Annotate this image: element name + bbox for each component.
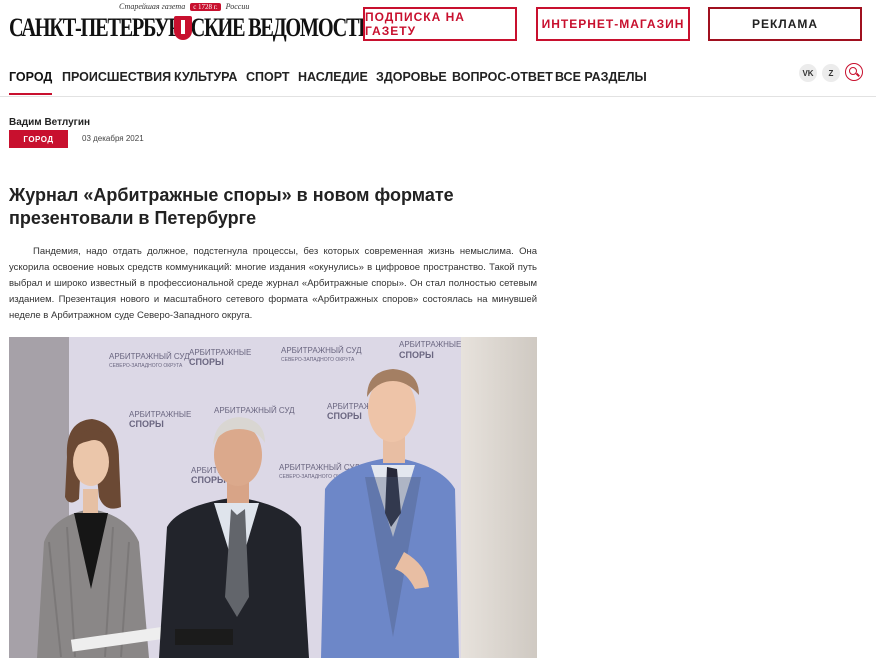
backdrop-text: АРБИТРАЖНЫЙ СУД (214, 406, 295, 415)
logo-tagline: Старейшая газета с 1728 г. России (119, 2, 249, 11)
subscribe-button[interactable]: ПОДПИСКА НА ГАЗЕТУ (363, 7, 517, 41)
article-lead: Пандемия, надо отдать должное, подстегну… (9, 246, 537, 321)
backdrop-text: АРБИТРАЖНЫЕ (129, 410, 191, 419)
nav-item-qa[interactable]: ВОПРОС-ОТВЕТ (452, 70, 553, 84)
logo-since-badge: с 1728 г. (190, 3, 221, 11)
nav-item-culture[interactable]: КУЛЬТУРА (174, 70, 237, 84)
vk-icon[interactable]: VK (799, 64, 817, 82)
main-nav: ГОРОД ПРОИСШЕСТВИЯ КУЛЬТУРА СПОРТ НАСЛЕД… (0, 60, 876, 97)
backdrop-text: АРБИТРАЖНЫЙ СУД (109, 352, 190, 361)
site-logo[interactable]: Старейшая газета с 1728 г. России САНКТ-… (9, 2, 374, 48)
zen-icon[interactable]: Z (822, 64, 840, 82)
article-author[interactable]: Вадим Ветлугин (9, 117, 90, 128)
coat-of-arms-icon (174, 16, 192, 40)
backdrop-text: СПОРЫ (189, 357, 224, 367)
nav-item-gorod[interactable]: ГОРОД (9, 70, 53, 95)
online-shop-button[interactable]: ИНТЕРНЕТ-МАГАЗИН (536, 7, 690, 41)
backdrop-text: АРБИТРАЖНЫЕ (399, 340, 461, 349)
site-header: Старейшая газета с 1728 г. России САНКТ-… (0, 0, 876, 60)
advertising-button[interactable]: РЕКЛАМА (708, 7, 862, 41)
article-section-tag[interactable]: ГОРОД (9, 130, 68, 148)
backdrop-text: СЕВЕРО-ЗАПАДНОГО ОКРУГА (109, 363, 183, 369)
nav-item-heritage[interactable]: НАСЛЕДИЕ (298, 70, 368, 84)
article-photo[interactable]: АРБИТРАЖНЫЙ СУД СЕВЕРО-ЗАПАДНОГО ОКРУГА … (9, 337, 537, 658)
backdrop-text: СПОРЫ (399, 350, 434, 360)
article-title: Журнал «Арбитражные споры» в новом форма… (9, 185, 454, 228)
nav-item-health[interactable]: ЗДОРОВЬЕ (376, 70, 447, 84)
article-date: 03 декабря 2021 (82, 134, 144, 143)
logo-tagline-left: Старейшая газета (119, 2, 186, 11)
nav-item-sport[interactable]: СПОРТ (246, 70, 290, 84)
backdrop-text: АРБИТРАЖНЫЕ (189, 348, 251, 357)
backdrop-text: СПОРЫ (327, 411, 362, 421)
backdrop-text: СПОРЫ (129, 419, 164, 429)
backdrop-text: СЕВЕРО-ЗАПАДНОГО ОКРУГА (281, 357, 355, 363)
backdrop-text: АРБИТРАЖНЫЙ СУД (281, 346, 362, 355)
photo-illustration: АРБИТРАЖНЫЙ СУД СЕВЕРО-ЗАПАДНОГО ОКРУГА … (9, 337, 537, 658)
nav-item-incidents[interactable]: ПРОИСШЕСТВИЯ (62, 70, 171, 84)
search-icon[interactable] (845, 63, 863, 81)
logo-tagline-right: России (225, 2, 250, 11)
nav-item-all-sections[interactable]: ВСЕ РАЗДЕЛЫ (555, 70, 647, 84)
